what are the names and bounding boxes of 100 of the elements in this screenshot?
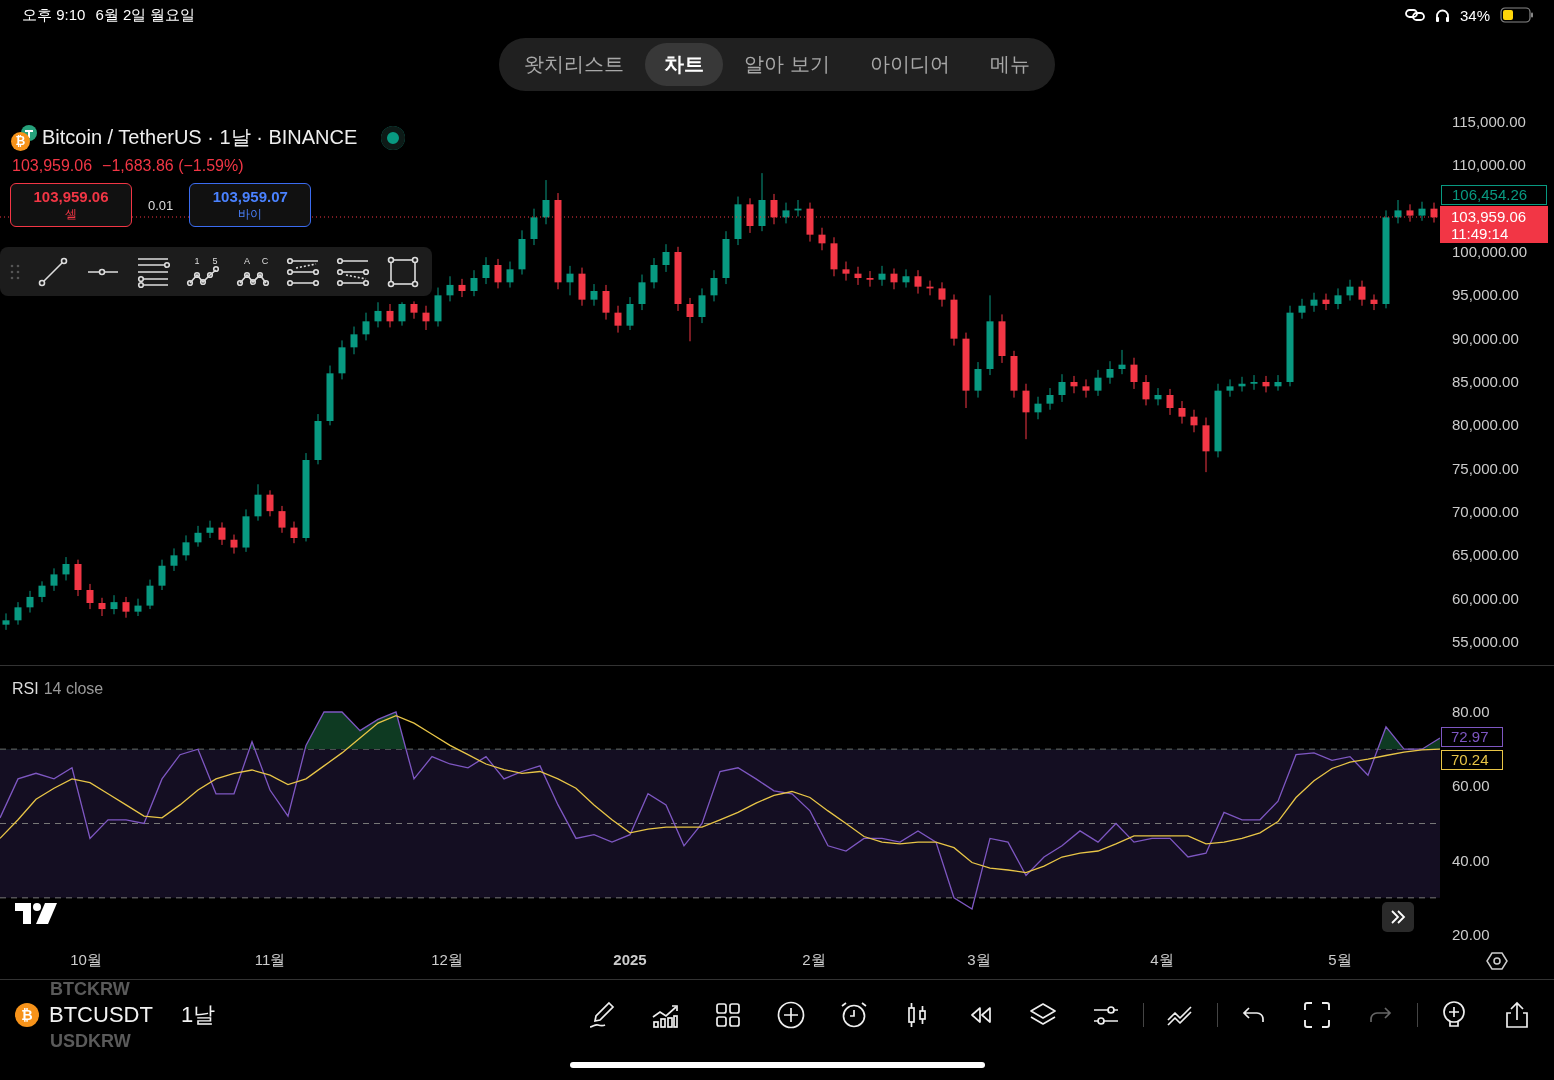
- drag-handle-icon[interactable]: [10, 262, 20, 281]
- candle: [1238, 376, 1246, 393]
- current-price: 103,959.06: [1451, 207, 1528, 225]
- candle: [1430, 202, 1438, 224]
- last-price: 103,959.06: [12, 157, 93, 175]
- candle: [86, 583, 94, 610]
- bitcoin-icon: ₿: [15, 1003, 39, 1027]
- nav-tab[interactable]: 메뉴: [970, 43, 1049, 86]
- candle: [1346, 279, 1354, 302]
- candle: [674, 246, 682, 312]
- candle: [1358, 280, 1366, 307]
- candle: [26, 590, 34, 614]
- fullscreen-icon[interactable]: [1302, 1000, 1332, 1030]
- candle: [326, 365, 334, 426]
- candle: [806, 202, 814, 243]
- candle: [1022, 383, 1030, 440]
- candle: [218, 521, 226, 546]
- candle: [1394, 199, 1402, 224]
- candle: [170, 547, 178, 572]
- price-tick: 55,000.00: [1452, 633, 1519, 651]
- candle: [878, 265, 886, 287]
- candle: [782, 202, 790, 224]
- candle: [770, 193, 778, 225]
- candle: [182, 534, 190, 562]
- candle: [1406, 203, 1414, 223]
- add-icon[interactable]: [776, 1000, 806, 1030]
- indicator-params: 14 close: [43, 680, 104, 698]
- bar-countdown: 11:49:14: [1451, 224, 1510, 242]
- interval-selector[interactable]: 1날: [180, 1000, 216, 1030]
- symbol-title: Bitcoin / TetherUS · 1날 · BINANCE: [42, 125, 358, 150]
- candle: [662, 243, 670, 273]
- candle: [1142, 374, 1150, 406]
- candle: [1202, 417, 1210, 473]
- candle: [614, 305, 622, 334]
- candle: [698, 287, 706, 324]
- candle: [506, 261, 514, 289]
- candle: [278, 505, 286, 534]
- time-label: 2025: [613, 951, 647, 968]
- time-label: 3월: [967, 951, 991, 970]
- price-tick: 110,000.00: [1452, 156, 1526, 175]
- candle: [230, 534, 238, 555]
- rsi-tick: 20.00: [1452, 926, 1490, 944]
- candle: [1334, 287, 1342, 310]
- scroll-to-latest-button[interactable]: [1382, 902, 1414, 932]
- candle: [1178, 400, 1186, 425]
- chevrons-icon: [1390, 910, 1406, 924]
- brush-icon[interactable]: [587, 1000, 617, 1030]
- candle: [1310, 292, 1318, 313]
- spread-value: 0.01: [148, 197, 174, 213]
- time-label: 10월: [70, 951, 102, 970]
- candle: [1274, 374, 1282, 392]
- candle: [1190, 409, 1198, 433]
- candle: [338, 339, 346, 380]
- candle: [458, 278, 466, 298]
- nav-tab[interactable]: 왓치리스트: [505, 43, 644, 86]
- buy-button[interactable]: 103,959.07 바이: [189, 183, 312, 227]
- price-tick: 75,000.00: [1452, 459, 1519, 478]
- nav-tab[interactable]: 아이디어: [850, 43, 969, 86]
- price-tick: 60,000.00: [1452, 589, 1519, 608]
- candle: [890, 267, 898, 290]
- candle: [386, 303, 394, 328]
- alarm-icon[interactable]: [839, 1000, 869, 1030]
- candle: [350, 326, 358, 355]
- candle: [1322, 293, 1330, 311]
- candle: [134, 598, 142, 617]
- candle: [938, 281, 946, 308]
- candle: [722, 230, 730, 285]
- settings-icon[interactable]: [1486, 950, 1508, 972]
- candle: [1226, 378, 1234, 398]
- candle: [38, 580, 46, 603]
- candle: [794, 199, 802, 217]
- candle: [566, 265, 574, 296]
- symbol-selector[interactable]: BTCUSDT: [49, 1002, 153, 1028]
- candle: [1250, 374, 1258, 391]
- candle: [1010, 350, 1018, 399]
- candle: [686, 297, 694, 342]
- candle: [446, 275, 454, 302]
- candle: [50, 567, 58, 592]
- candle: [2, 612, 10, 631]
- candle: [98, 597, 106, 617]
- price-tick: 65,000.00: [1452, 546, 1519, 565]
- nav-tab[interactable]: 차트: [645, 43, 724, 86]
- sell-button[interactable]: 103,959.06 셀: [10, 183, 132, 227]
- candle: [998, 313, 1006, 364]
- candle: [14, 601, 22, 626]
- candle: [470, 269, 478, 297]
- price-tick: 70,000.00: [1452, 503, 1519, 521]
- candle: [578, 267, 586, 307]
- candle: [866, 270, 874, 288]
- nav-tab[interactable]: 알아 보기: [725, 43, 849, 86]
- candle: [1130, 357, 1138, 390]
- candle: [1082, 378, 1090, 399]
- rectangle-icon[interactable]: [386, 254, 420, 289]
- candle: [1106, 360, 1114, 385]
- high-price-label: 106,454.26: [1441, 185, 1547, 205]
- grid-icon[interactable]: [713, 1000, 743, 1030]
- candle: [734, 196, 742, 246]
- candle: [1070, 375, 1078, 394]
- candle: [650, 257, 658, 289]
- headphones-icon: [1434, 7, 1450, 23]
